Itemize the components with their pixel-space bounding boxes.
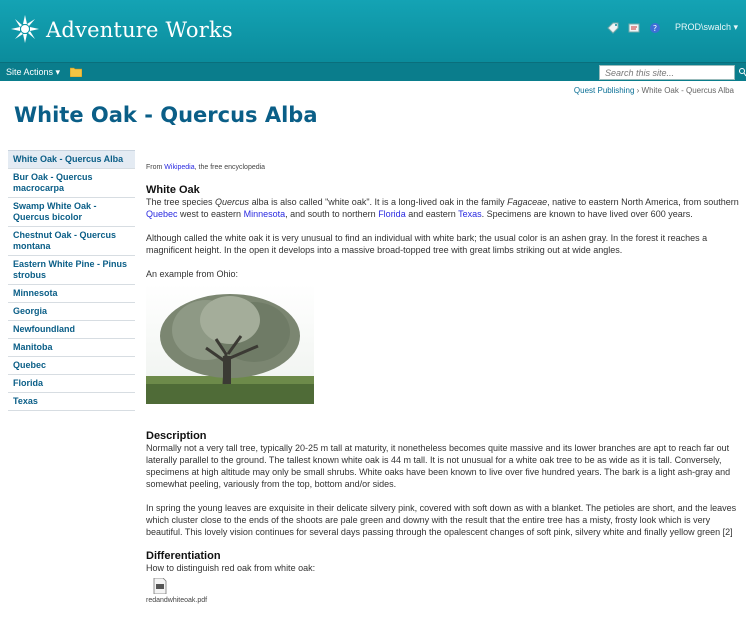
texas-link[interactable]: Texas — [458, 209, 482, 219]
source-prefix: From — [146, 164, 165, 171]
nav-item-chestnut-oak[interactable]: Chestnut Oak - Quercus montana — [8, 227, 135, 256]
description-paragraph-2: In spring the young leaves are exquisite… — [146, 503, 737, 537]
description-heading: Description — [146, 430, 207, 442]
breadcrumb-separator: › — [634, 86, 642, 95]
intro-text-4: west to eastern — [177, 209, 244, 219]
source-attribution: From Wikipedia, the free encyclopedia — [146, 162, 740, 174]
intro-paragraph: The tree species Quercus alba is also ca… — [146, 196, 740, 220]
folder-icon[interactable] — [70, 67, 82, 77]
article-content: From Wikipedia, the free encyclopedia Wh… — [146, 162, 740, 607]
nav-item-quebec[interactable]: Quebec — [8, 357, 135, 375]
nav-item-georgia[interactable]: Georgia — [8, 303, 135, 321]
nav-item-texas[interactable]: Texas — [8, 393, 135, 411]
intro-text-2: alba is also called "white oak". It is a… — [249, 197, 508, 207]
white-oak-tree-image — [146, 284, 314, 404]
header-icon-group: ? — [606, 21, 662, 35]
description-paragraph-1: Normally not a very tall tree, typically… — [146, 443, 731, 489]
search-input[interactable]: Search this site... — [599, 65, 735, 80]
minnesota-link[interactable]: Minnesota — [244, 209, 286, 219]
nav-item-florida[interactable]: Florida — [8, 375, 135, 393]
search-button[interactable] — [738, 65, 746, 80]
help-icon[interactable]: ? — [648, 21, 662, 35]
nav-item-eastern-white-pine[interactable]: Eastern White Pine - Pinus strobus — [8, 256, 135, 285]
left-navigation: White Oak - Quercus Alba Bur Oak - Querc… — [8, 150, 135, 411]
site-action-bar: Site Actions ▾ Search this site... — [0, 62, 746, 81]
pdf-attachment-link[interactable]: redandwhiteoak.pdf — [146, 595, 740, 607]
white-oak-heading: White Oak — [146, 184, 200, 196]
nav-item-bur-oak[interactable]: Bur Oak - Quercus macrocarpa — [8, 169, 135, 198]
page-title: White Oak - Quercus Alba — [14, 103, 318, 127]
intro-italic-2: Fagaceae — [507, 197, 548, 207]
tag-icon[interactable] — [606, 21, 620, 35]
example-label: An example from Ohio: — [146, 269, 239, 279]
user-menu[interactable]: PROD\swalch ▾ — [675, 22, 738, 33]
nav-item-minnesota[interactable]: Minnesota — [8, 285, 135, 303]
intro-italic-1: Quercus — [215, 197, 250, 207]
intro-text-6: and eastern — [405, 209, 459, 219]
nav-item-swamp-white-oak[interactable]: Swamp White Oak - Quercus bicolor — [8, 198, 135, 227]
nav-item-manitoba[interactable]: Manitoba — [8, 339, 135, 357]
svg-text:?: ? — [653, 24, 657, 33]
site-actions-menu[interactable]: Site Actions ▾ — [6, 67, 60, 78]
wikipedia-link[interactable]: Wikipedia — [164, 164, 194, 171]
notes-icon[interactable] — [627, 21, 641, 35]
pdf-file-icon[interactable] — [153, 578, 167, 594]
nav-item-newfoundland[interactable]: Newfoundland — [8, 321, 135, 339]
breadcrumb: Quest Publishing › White Oak - Quercus A… — [574, 86, 734, 95]
intro-text-1: The tree species — [146, 197, 216, 207]
florida-link[interactable]: Florida — [378, 209, 406, 219]
nav-item-white-oak[interactable]: White Oak - Quercus Alba — [8, 150, 135, 169]
bark-paragraph: Although called the white oak it is very… — [146, 233, 708, 255]
intro-text-3: , native to eastern North America, from … — [547, 197, 739, 207]
intro-text-7: . Specimens are known to have lived over… — [481, 209, 693, 219]
site-brand-name[interactable]: Adventure Works — [46, 18, 233, 42]
breadcrumb-root-link[interactable]: Quest Publishing — [574, 86, 634, 95]
breadcrumb-current: White Oak - Quercus Alba — [641, 86, 734, 95]
differentiation-text: How to distinguish red oak from white oa… — [146, 563, 316, 573]
quebec-link[interactable]: Quebec — [146, 209, 178, 219]
site-banner: Adventure Works ? PROD\swalch ▾ — [0, 0, 746, 62]
source-suffix: , the free encyclopedia — [194, 164, 266, 171]
intro-text-5: , and south to northern — [285, 209, 379, 219]
differentiation-heading: Differentiation — [146, 550, 221, 562]
sun-logo-icon[interactable] — [10, 14, 40, 44]
